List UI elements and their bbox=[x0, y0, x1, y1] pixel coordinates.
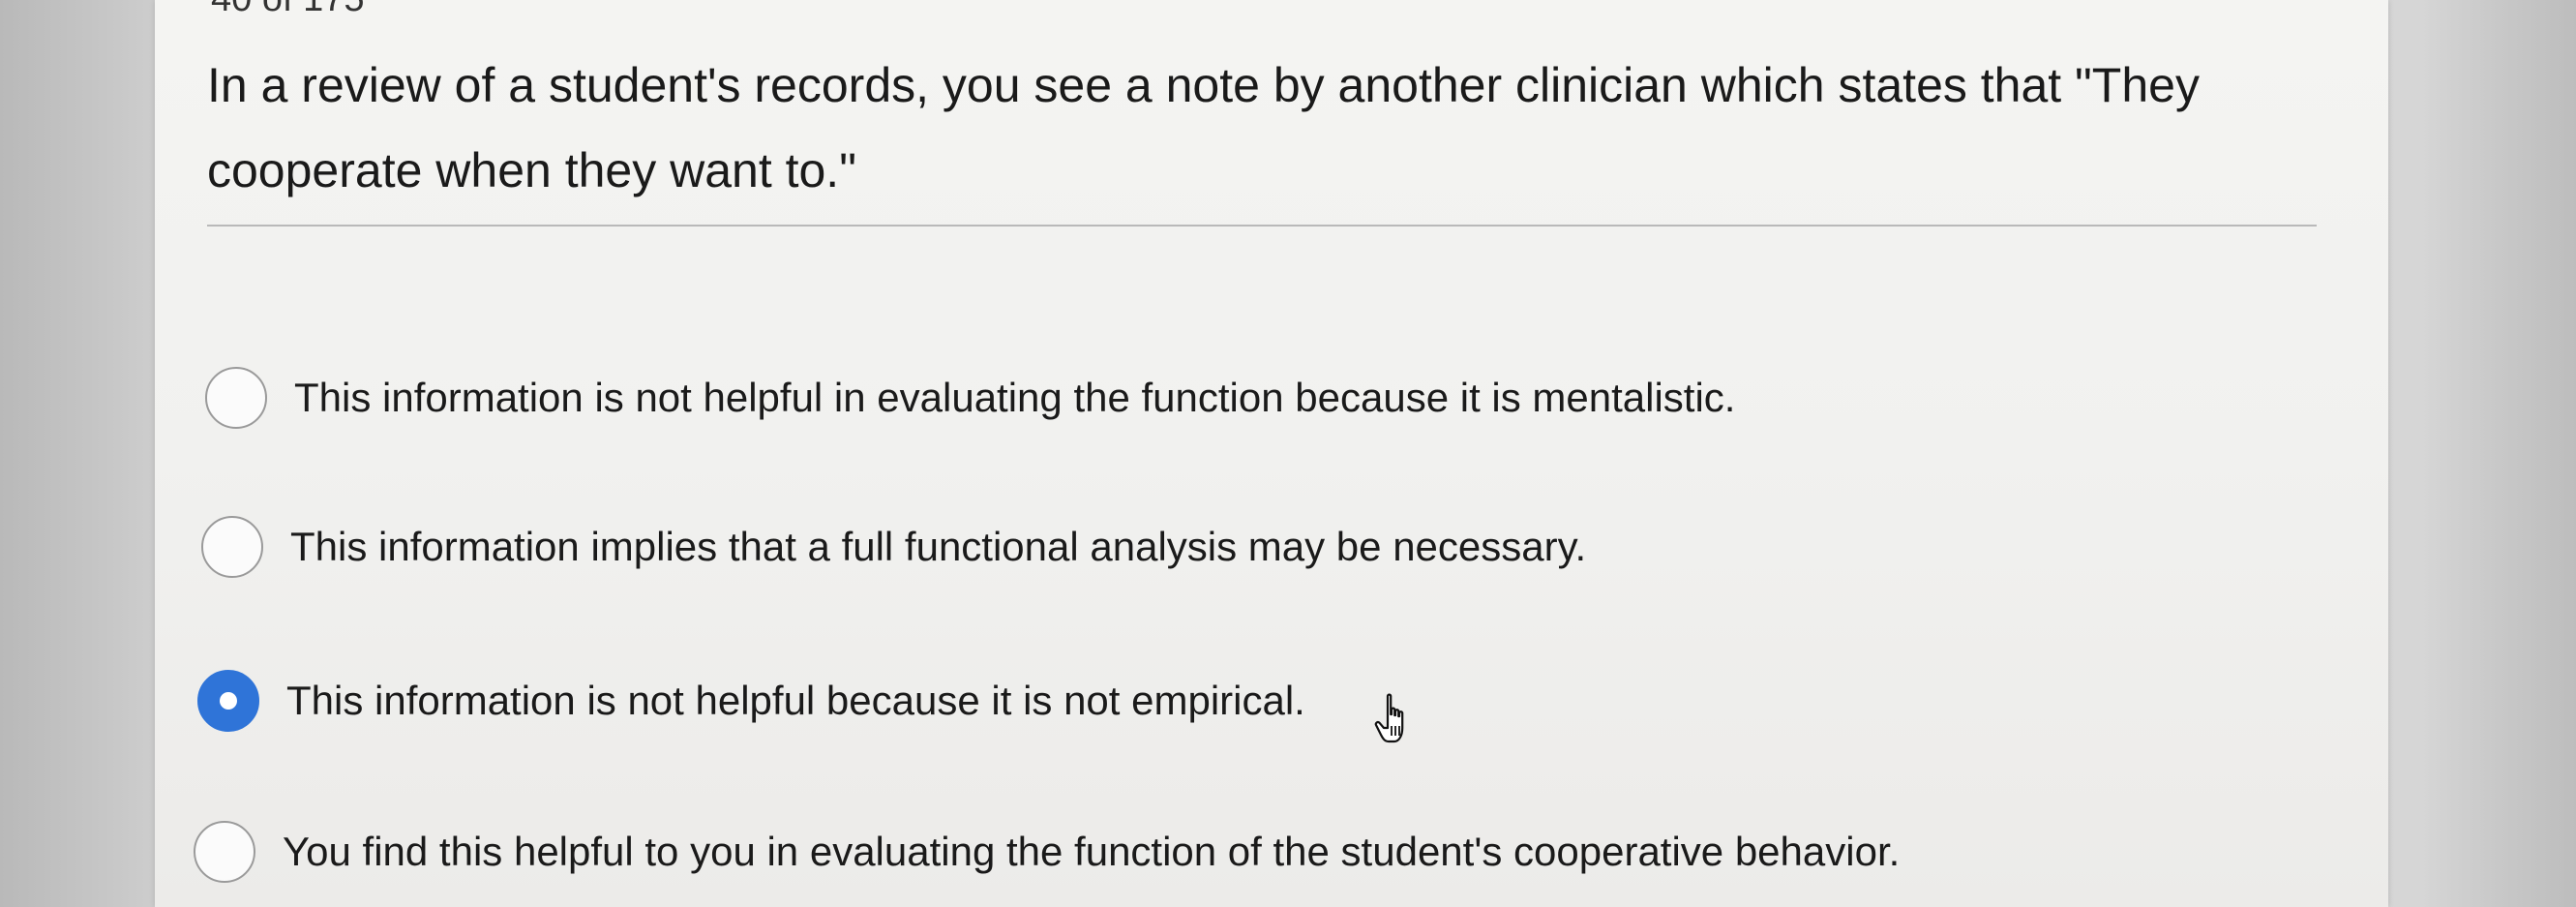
answer-option-label: This information is not helpful in evalu… bbox=[294, 375, 1736, 420]
question-text: In a review of a student's records, you … bbox=[207, 58, 2200, 197]
answer-option-label: You find this helpful to you in evaluati… bbox=[283, 829, 1901, 874]
question-counter: 40 of 175 bbox=[211, 0, 364, 20]
answer-option-3[interactable]: This information is not helpful because … bbox=[197, 670, 1305, 732]
answer-option-label: This information implies that a full fun… bbox=[290, 524, 1587, 569]
answer-option-label: This information is not helpful because … bbox=[286, 678, 1305, 723]
radio-button[interactable] bbox=[205, 367, 267, 429]
answer-option-1[interactable]: This information is not helpful in evalu… bbox=[205, 367, 1735, 429]
hand-pointer-icon bbox=[1374, 693, 1404, 743]
answer-option-2[interactable]: This information implies that a full fun… bbox=[201, 516, 1586, 578]
radio-dot-icon bbox=[220, 692, 237, 710]
answer-option-4[interactable]: You find this helpful to you in evaluati… bbox=[194, 821, 1900, 883]
radio-button[interactable] bbox=[194, 821, 255, 883]
divider bbox=[207, 225, 2317, 227]
radio-button-selected[interactable] bbox=[197, 670, 259, 732]
radio-button[interactable] bbox=[201, 516, 263, 578]
